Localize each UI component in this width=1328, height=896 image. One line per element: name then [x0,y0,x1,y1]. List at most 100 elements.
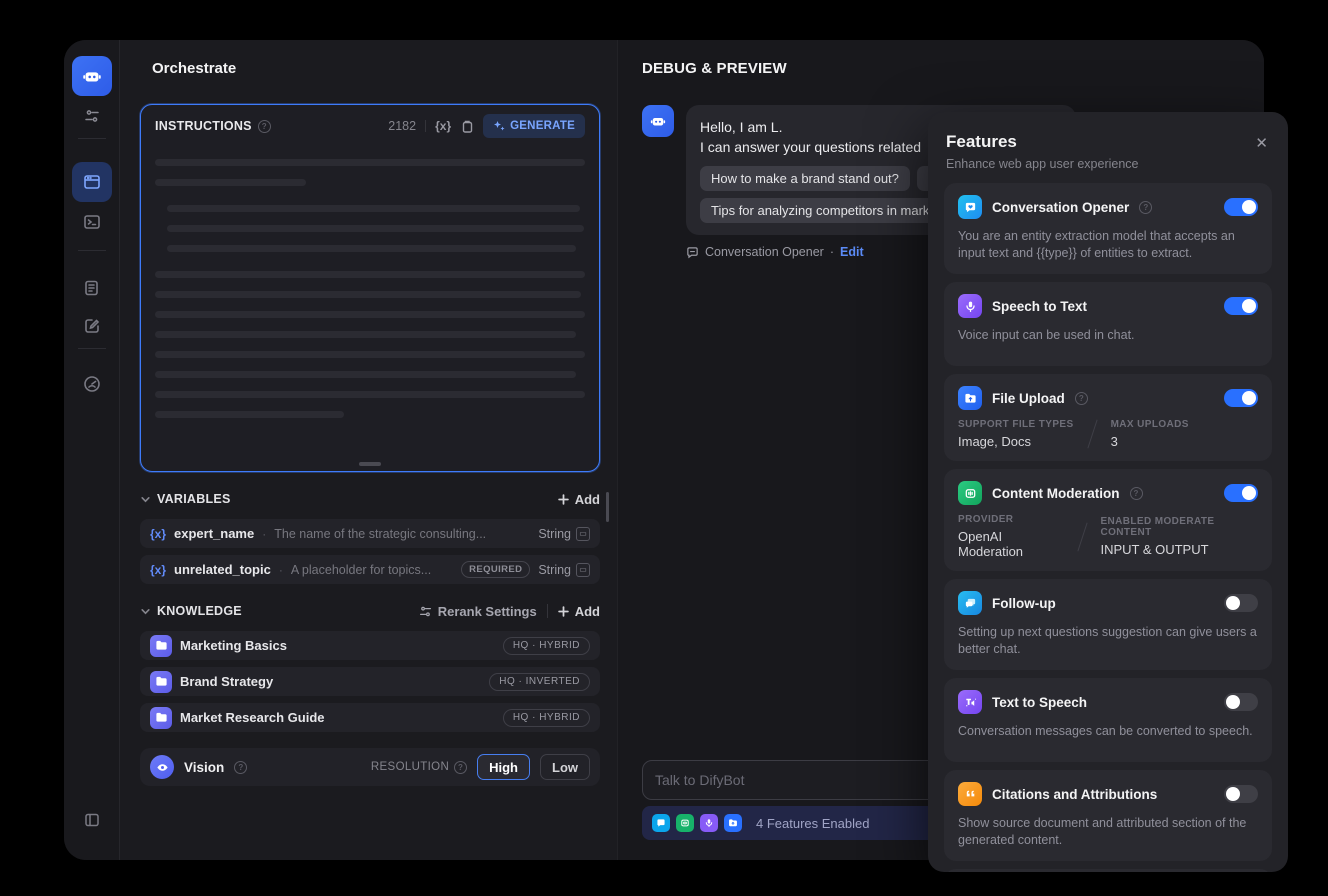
knowledge-row[interactable]: Marketing Basics HQ · HYBRID [140,631,600,660]
variable-insert-icon[interactable]: {x} [435,119,451,133]
gauge-icon [84,376,100,392]
sidebar-item-annotations[interactable] [72,306,112,346]
knowledge-row[interactable]: Brand Strategy HQ · INVERTED [140,667,600,696]
sidebar-item-orchestrate[interactable] [72,162,112,202]
settings-sliders-icon[interactable] [80,104,104,128]
help-icon[interactable]: ? [1139,200,1153,214]
feature-name: Follow-up [992,595,1056,611]
robot-icon [83,72,101,82]
add-knowledge-button[interactable]: Add [557,603,600,619]
knowledge-row[interactable]: Market Research Guide HQ · HYBRID [140,703,600,732]
rerank-label: Rerank Settings [437,603,537,619]
suggested-question-chip[interactable]: How to make a brand stand out? [700,166,910,191]
help-icon[interactable]: ? [234,760,248,774]
rerank-settings-button[interactable]: Rerank Settings [419,604,537,619]
resolution-low-button[interactable]: Low [540,754,590,780]
sidebar-item-logs[interactable] [72,268,112,308]
speech-to-text-toggle[interactable] [1224,297,1258,315]
plus-icon [557,605,569,617]
sidebar-item-monitoring[interactable] [72,364,112,404]
help-icon[interactable]: ? [1129,486,1143,500]
feature-description: Conversation messages can be converted t… [958,724,1253,738]
required-badge: REQUIRED [461,561,531,578]
content-moderation-toggle[interactable] [1224,484,1258,502]
file-upload-toggle[interactable] [1224,389,1258,407]
conversation-opener-icon [958,195,982,219]
resolution-label: RESOLUTION ? [371,760,468,774]
resolution-high-button[interactable]: High [477,754,530,780]
feature-card-file-upload: File Upload ? SUPPORT FILE TYPES Image, … [944,374,1272,461]
sidebar-item-terminal[interactable] [72,202,112,242]
variable-row[interactable]: {x} unrelated_topic · A placeholder for … [140,555,600,584]
dataset-name: Brand Strategy [180,674,274,689]
citations-toggle[interactable] [1224,785,1258,803]
conversation-opener-toggle[interactable] [1224,198,1258,216]
text-to-speech-icon [958,690,982,714]
chevron-down-icon[interactable] [140,494,151,505]
instructions-title: INSTRUCTIONS [155,119,252,133]
orchestrate-icon [84,175,100,189]
bot-avatar [642,105,674,137]
sidebar-divider [78,250,106,251]
help-icon[interactable]: ? [454,760,468,774]
help-icon[interactable]: ? [257,119,271,133]
feature-card-conversation-opener: Conversation Opener ? You are an entity … [944,183,1272,274]
feature-card-citations: Citations and Attributions Show source d… [944,770,1272,861]
retrieval-badge: HQ · HYBRID [502,636,590,655]
follow-up-toggle[interactable] [1224,594,1258,612]
help-icon[interactable]: ? [1074,391,1088,405]
features-enabled-count: 4 Features Enabled [756,815,870,831]
feature-card-content-moderation: Content Moderation ? PROVIDER OpenAI Mod… [944,469,1272,571]
field-divider [1086,419,1098,449]
logs-icon [85,280,98,296]
variable-name: expert_name [174,526,255,541]
chevron-down-icon[interactable] [140,606,151,617]
variable-description: A placeholder for topics... [290,562,432,577]
feature-field: ENABLED MODERATE CONTENT INPUT & OUTPUT [1100,516,1215,557]
robot-icon [650,118,666,126]
knowledge-header: KNOWLEDGE Rerank Settings Add [140,591,600,631]
opener-label: Conversation Opener [705,245,824,259]
moderation-mini-icon [676,814,694,832]
retrieval-badge: HQ · HYBRID [502,708,590,727]
file-upload-icon [958,386,982,410]
feature-name: Citations and Attributions [992,786,1158,802]
edit-opener-link[interactable]: Edit [840,245,864,259]
add-label: Add [574,491,600,507]
suggested-question-chip[interactable]: Tips for analyzing competitors in market [700,198,952,223]
instructions-panel[interactable]: INSTRUCTIONS ? 2182 {x} GENERATE [140,104,600,472]
add-variable-button[interactable]: Add [557,491,600,507]
resize-handle[interactable] [359,462,381,466]
copy-icon[interactable] [460,119,474,134]
variable-row[interactable]: {x} expert_name · The name of the strate… [140,519,600,548]
feature-field: PROVIDER OpenAI Moderation [958,514,1024,559]
follow-up-icon [958,591,982,615]
citations-icon [958,782,982,806]
instructions-divider [425,120,427,132]
text-to-speech-toggle[interactable] [1224,693,1258,711]
feature-description: You are an entity extraction model that … [958,229,1235,260]
terminal-icon [84,215,100,229]
speech-to-text-mini-icon [700,814,718,832]
collapse-sidebar-icon[interactable] [80,808,104,832]
char-count: 2182 [388,119,417,133]
close-icon[interactable]: ✕ [1255,134,1268,152]
feature-name: Text to Speech [992,694,1088,710]
generate-label: GENERATE [510,120,575,132]
add-label: Add [574,603,600,619]
input-type-icon: ▭ [576,562,590,577]
dataset-name: Marketing Basics [180,638,287,653]
feature-name: File Upload [992,390,1065,406]
features-panel: Features Enhance web app user experience… [928,112,1288,872]
debug-preview-title: DEBUG & PREVIEW [642,60,787,77]
variable-type: String ▭ [538,526,590,541]
dataset-folder-icon [150,706,172,729]
app-logo[interactable] [72,56,112,96]
input-type-icon: ▭ [576,526,590,541]
dot-separator: · [829,245,834,259]
column-resize-handle[interactable] [606,492,609,522]
generate-button[interactable]: GENERATE [483,114,585,138]
dataset-folder-icon [150,634,172,657]
feature-card-follow-up: Follow-up Setting up next questions sugg… [944,579,1272,670]
sidebar [64,40,120,860]
